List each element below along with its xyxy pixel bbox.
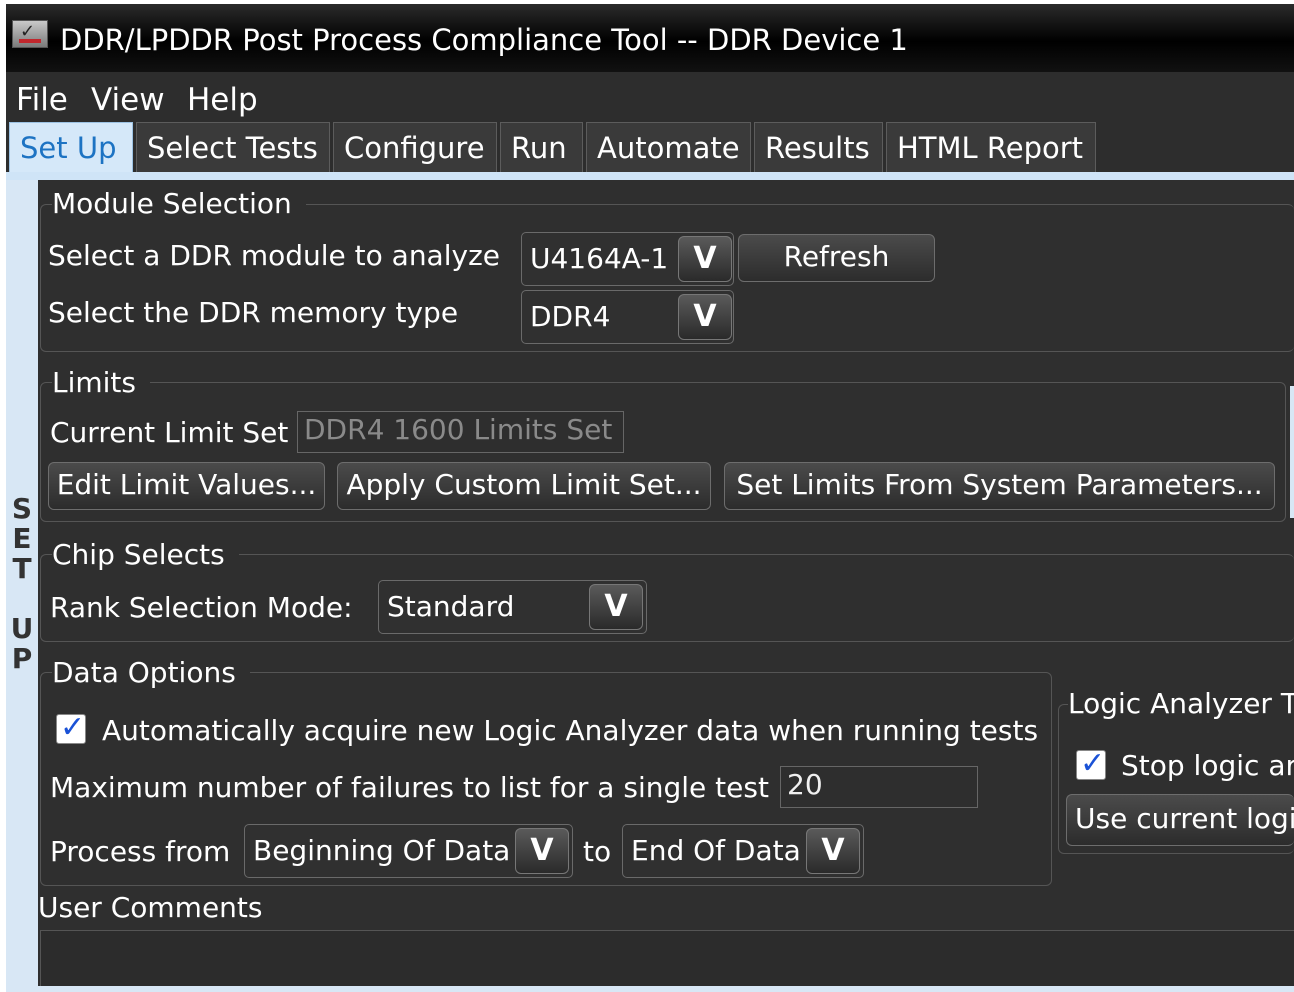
max-failures-label: Maximum number of failures to list for a… [50,771,769,804]
tab-automate[interactable]: Automate [586,122,751,174]
use-current-logic-button[interactable]: Use current logi [1066,794,1294,846]
memory-type-value: DDR4 [530,300,611,333]
tab-run[interactable]: Run [500,122,583,174]
memory-type-label: Select the DDR memory type [48,296,459,329]
chip-selects-title: Chip Selects [52,537,239,573]
process-from-dropdown[interactable]: Beginning Of Data V [244,824,573,878]
process-to-dropdown-button[interactable]: V [806,828,860,874]
tab-configure[interactable]: Configure [333,122,497,174]
check-icon: ✓ [60,710,86,745]
process-to-value: End Of Data [631,834,801,867]
chevron-down-icon: V [693,299,717,334]
tab-underline [6,172,1294,180]
bottom-edge [6,986,1294,992]
auto-acquire-checkbox[interactable]: ✓ [56,710,86,745]
module-dropdown-button[interactable]: V [678,236,732,282]
current-limit-field: DDR4 1600 Limits Set [297,411,624,453]
module-selection-title: Module Selection [52,186,306,222]
window-title: DDR/LPDDR Post Process Compliance Tool -… [60,23,908,57]
to-label: to [583,835,612,868]
auto-acquire-label: Automatically acquire new Logic Analyzer… [102,714,1039,747]
panel-edge [1290,386,1294,518]
memory-type-dropdown-button[interactable]: V [678,294,732,340]
memory-type-dropdown[interactable]: DDR4 V [521,290,734,344]
module-value: U4164A-1 [530,242,669,275]
side-tab-label: S E T U P [10,492,34,675]
process-to-dropdown[interactable]: End Of Data V [622,824,864,878]
apply-custom-limit-button[interactable]: Apply Custom Limit Set... [337,462,711,510]
max-failures-field[interactable]: 20 [780,766,978,808]
menu-help[interactable]: Help [187,80,258,120]
chevron-down-icon: V [604,589,628,624]
tab-html-report[interactable]: HTML Report [886,122,1096,174]
stop-logic-checkbox[interactable]: ✓ [1076,746,1106,781]
limits-title: Limits [52,365,150,401]
tab-set-up[interactable]: Set Up [9,122,133,174]
process-from-value: Beginning Of Data [253,834,511,867]
chevron-down-icon: V [693,241,717,276]
stop-logic-label: Stop logic ar [1121,749,1294,782]
edit-limit-values-button[interactable]: Edit Limit Values... [48,462,325,510]
app-icon: ✓ [12,20,48,48]
menu-view[interactable]: View [91,80,165,120]
rank-selection-label: Rank Selection Mode: [50,591,353,624]
module-label: Select a DDR module to analyze [48,239,500,272]
refresh-button[interactable]: Refresh [738,234,935,282]
process-from-dropdown-button[interactable]: V [515,828,569,874]
check-icon: ✓ [1080,746,1106,781]
process-from-label: Process from [50,835,231,868]
chevron-down-icon: V [821,833,845,868]
user-comments-label: User Comments [38,891,263,924]
tab-select-tests[interactable]: Select Tests [136,122,330,174]
rank-dropdown-button[interactable]: V [589,584,643,630]
set-limits-system-button[interactable]: Set Limits From System Parameters... [724,462,1275,510]
chevron-down-icon: V [530,833,554,868]
user-comments-field[interactable] [40,930,1294,992]
module-dropdown[interactable]: U4164A-1 V [521,232,734,286]
rank-selection-dropdown[interactable]: Standard V [378,580,647,634]
data-options-title: Data Options [52,655,250,691]
tab-results[interactable]: Results [754,122,883,174]
current-limit-label: Current Limit Set [50,416,289,449]
rank-selection-value: Standard [387,590,515,623]
logic-analyzer-title: Logic Analyzer T [1068,686,1294,722]
menu-file[interactable]: File [16,80,68,120]
